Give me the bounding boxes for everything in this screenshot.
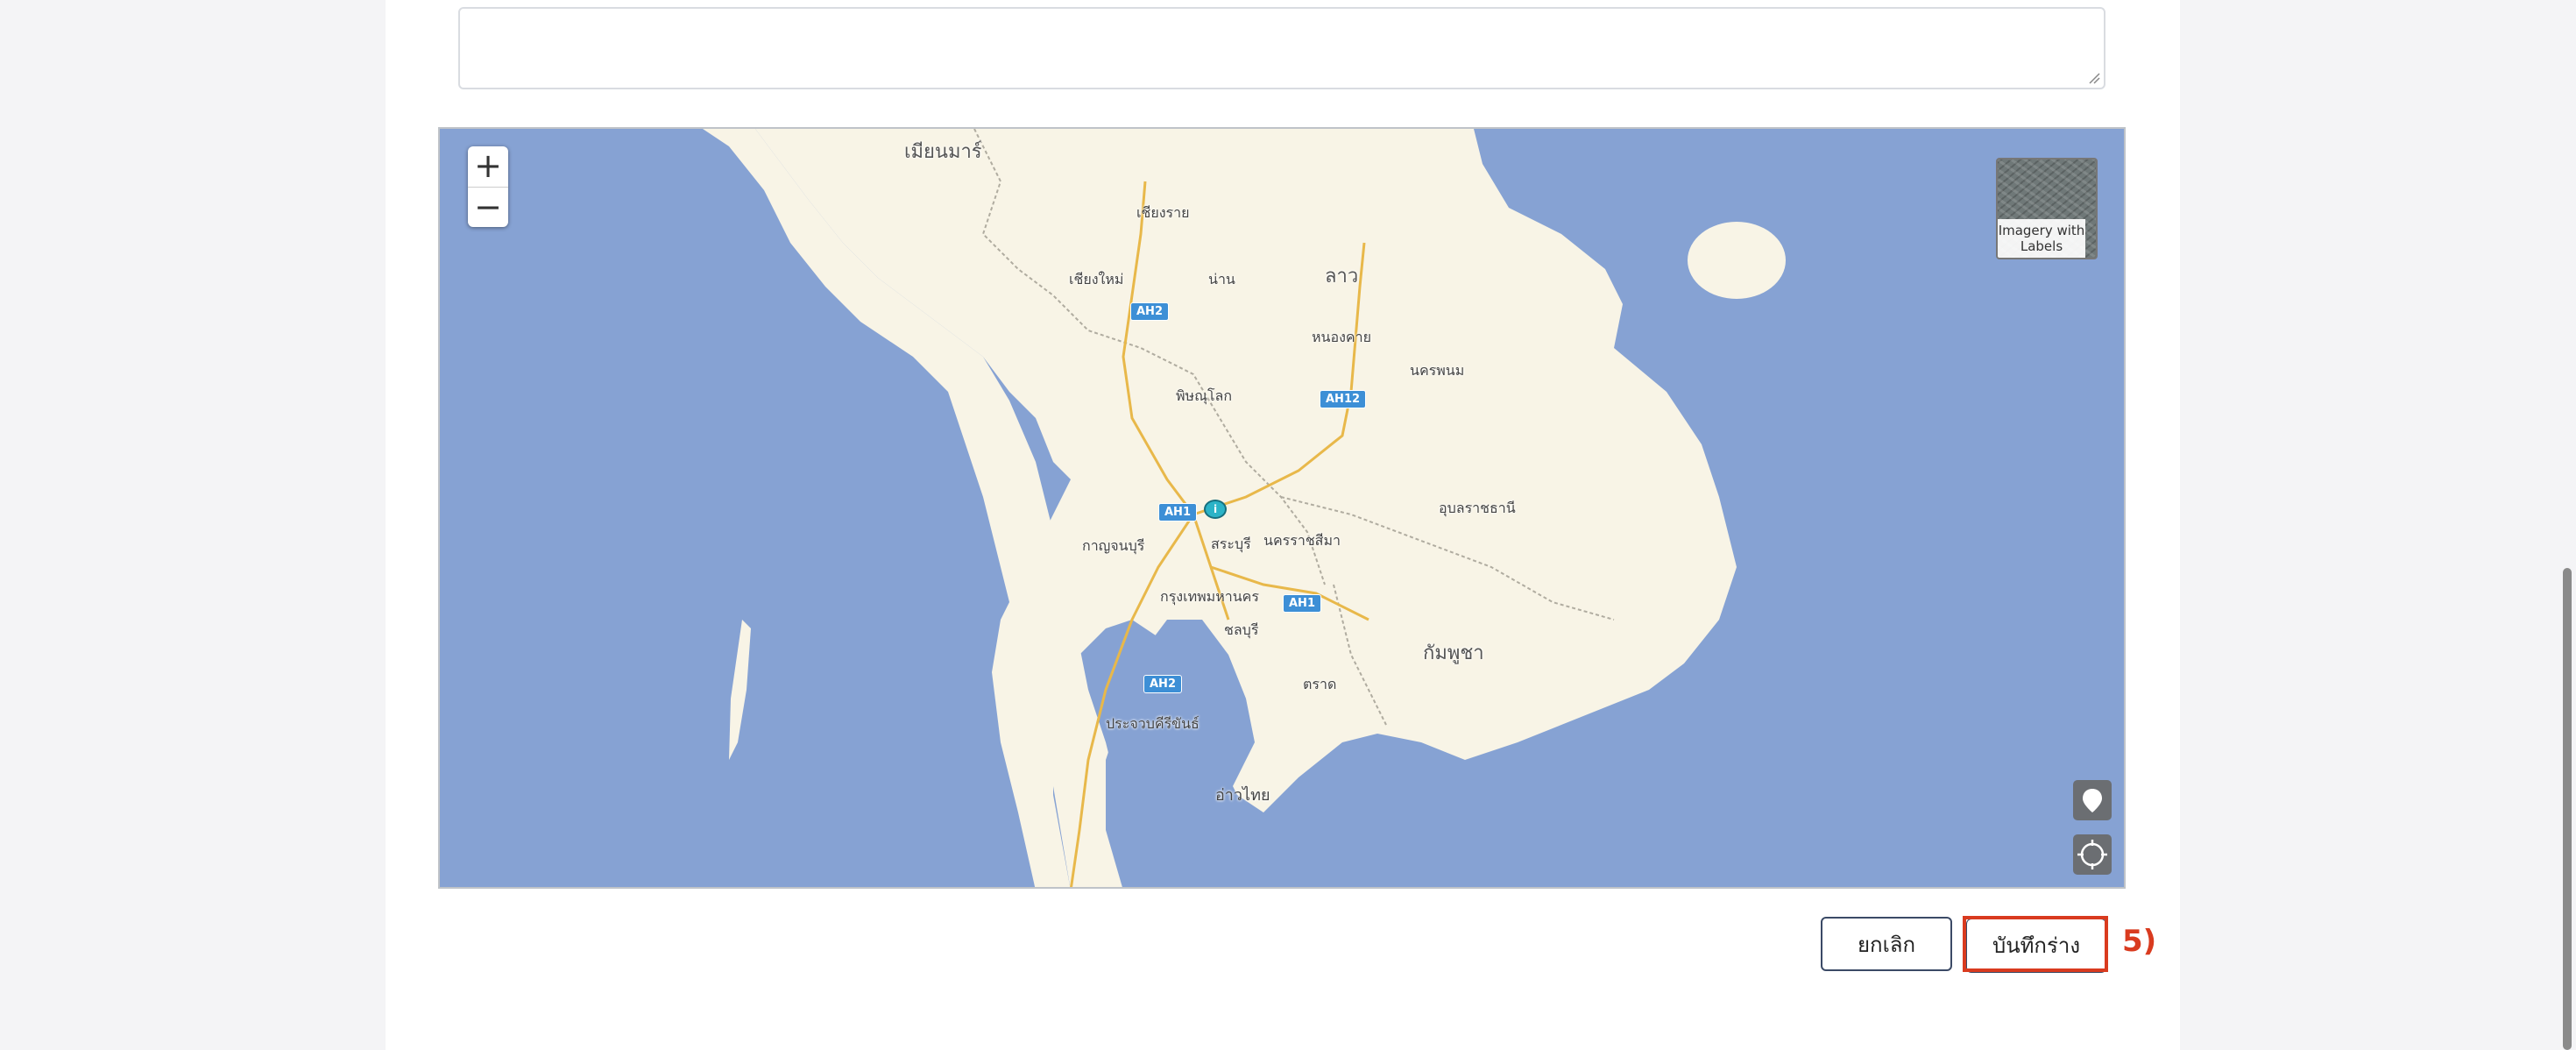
- resize-handle-icon[interactable]: [2088, 72, 2100, 84]
- map-label-chiangrai: เชียงราย: [1136, 204, 1190, 221]
- page-scrollbar[interactable]: [2557, 0, 2576, 1050]
- map-label-myanmar: เมียนมาร์: [904, 141, 982, 163]
- imagery-layer-toggle[interactable]: Imagery with Labels: [1996, 158, 2098, 259]
- map-base-layer: [440, 129, 2124, 887]
- highway-shield: AH12: [1320, 390, 1367, 408]
- map-label-chiangmai: เชียงใหม่: [1069, 271, 1124, 287]
- locate-button[interactable]: [2073, 834, 2112, 875]
- map-label-cambodia: กัมพูชา: [1423, 642, 1484, 664]
- step-annotation: 5): [2122, 924, 2157, 959]
- zoom-out-button[interactable]: −: [468, 188, 508, 228]
- cancel-button[interactable]: ยกเลิก: [1821, 917, 1952, 971]
- map-pin-icon: [2083, 789, 2102, 812]
- map-label-korat: นครราชสีมา: [1263, 532, 1341, 549]
- zoom-in-button[interactable]: +: [468, 146, 508, 188]
- map-label-saraburi: สระบุรี: [1211, 536, 1251, 552]
- highway-shield: AH2: [1143, 675, 1182, 693]
- map-label-bangkok: กรุงเทพมหานคร: [1160, 588, 1259, 605]
- map-label-chonburi: ชลบุรี: [1224, 621, 1259, 638]
- map-label-kanchanaburi: กาญจนบุรี: [1082, 537, 1145, 554]
- locate-icon: [2077, 840, 2107, 869]
- map-label-prachuap: ประจวบคีรีขันธ์: [1106, 715, 1200, 732]
- highway-shield: AH2: [1130, 302, 1169, 321]
- map-label-phitsanulok: พิษณุโลก: [1176, 387, 1233, 404]
- zoom-control: + −: [468, 146, 508, 227]
- scrollbar-thumb[interactable]: [2563, 568, 2572, 1050]
- map-label-nan: น่าน: [1208, 271, 1235, 287]
- highway-shield: AH1: [1158, 503, 1197, 521]
- imagery-layer-label: Imagery with Labels: [1998, 219, 2085, 258]
- map-label-laos: ลาว: [1325, 266, 1359, 287]
- map-label-gulf: อ่าวไทย: [1215, 786, 1270, 805]
- highway-shield: AH1: [1283, 594, 1321, 613]
- map-label-nakhonphanom: นครพนม: [1410, 362, 1465, 379]
- map-label-nongkhai: หนองคาย: [1312, 329, 1371, 345]
- description-textarea[interactable]: [458, 7, 2105, 89]
- map-label-trat: ตราด: [1303, 676, 1337, 692]
- map-marker-icon[interactable]: i: [1204, 500, 1227, 519]
- map-pin-button[interactable]: [2073, 780, 2112, 820]
- map-view[interactable]: + − Imagery with Labels เมียนมาร์ ลาว กั…: [438, 127, 2126, 889]
- save-draft-button[interactable]: บันทึกร่าง: [1966, 919, 2106, 973]
- map-label-ubon: อุบลราชธานี: [1439, 500, 1516, 516]
